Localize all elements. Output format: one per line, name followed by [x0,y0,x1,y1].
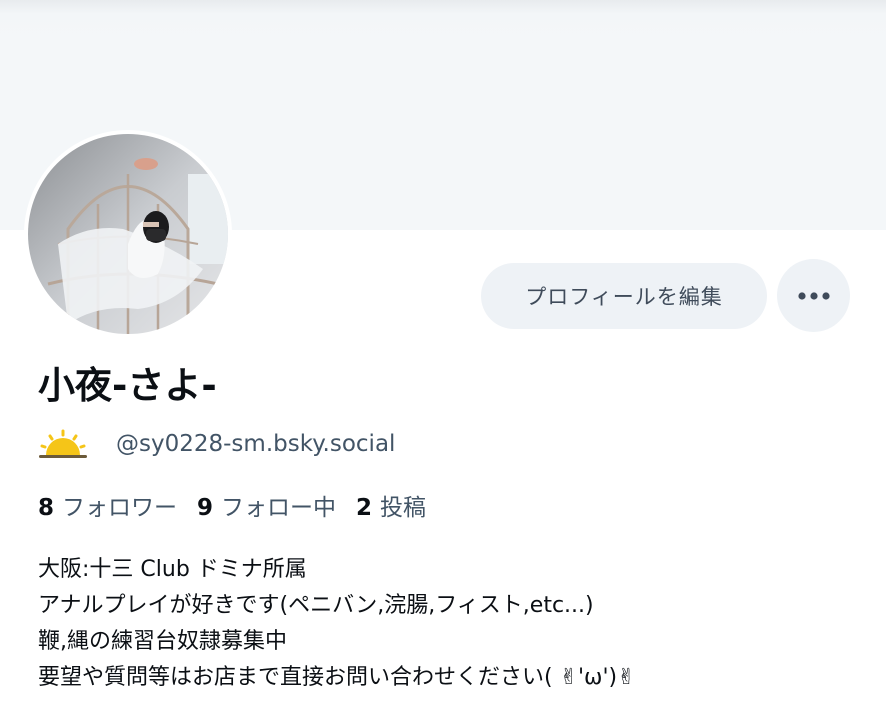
bio-line: 大阪:十三 Club ドミナ所属 [38,557,307,582]
display-name: 小夜-さよ- [38,364,217,407]
handle[interactable]: @sy0228-sm.bsky.social [116,431,395,457]
following-stat[interactable]: 9 フォロー中 [197,488,336,522]
ellipsis-icon [797,291,830,300]
bio-line: アナルプレイが好きです(ペニバン,浣腸,フィスト,etc...) [38,593,594,618]
handle-row: @sy0228-sm.bsky.social [38,424,395,464]
bio-line: 鞭,縄の練習台奴隷募集中 [38,629,287,654]
more-options-button[interactable] [777,259,850,332]
posts-label: 投稿 [380,495,427,521]
avatar-image [28,134,228,334]
posts-count: 2 [356,495,373,521]
bio-line: 要望や質問等はお店まで直接お問い合わせください( ✌'ω')✌ [38,665,636,690]
avatar[interactable] [24,130,232,338]
following-count: 9 [197,495,214,521]
followers-count: 8 [38,495,55,521]
following-label: フォロー中 [221,495,337,521]
sun-behind-cloud-icon [39,429,87,458]
followers-label: フォロワー [62,495,178,521]
posts-stat: 2 投稿 [356,488,426,522]
profile-bio: 大阪:十三 Club ドミナ所属 アナルプレイが好きです(ペニバン,浣腸,フィス… [38,552,878,696]
profile-stats: 8 フォロワー 9 フォロー中 2 投稿 [38,488,446,522]
edit-profile-button[interactable]: プロフィールを編集 [481,263,767,329]
followers-stat[interactable]: 8 フォロワー [38,488,177,522]
